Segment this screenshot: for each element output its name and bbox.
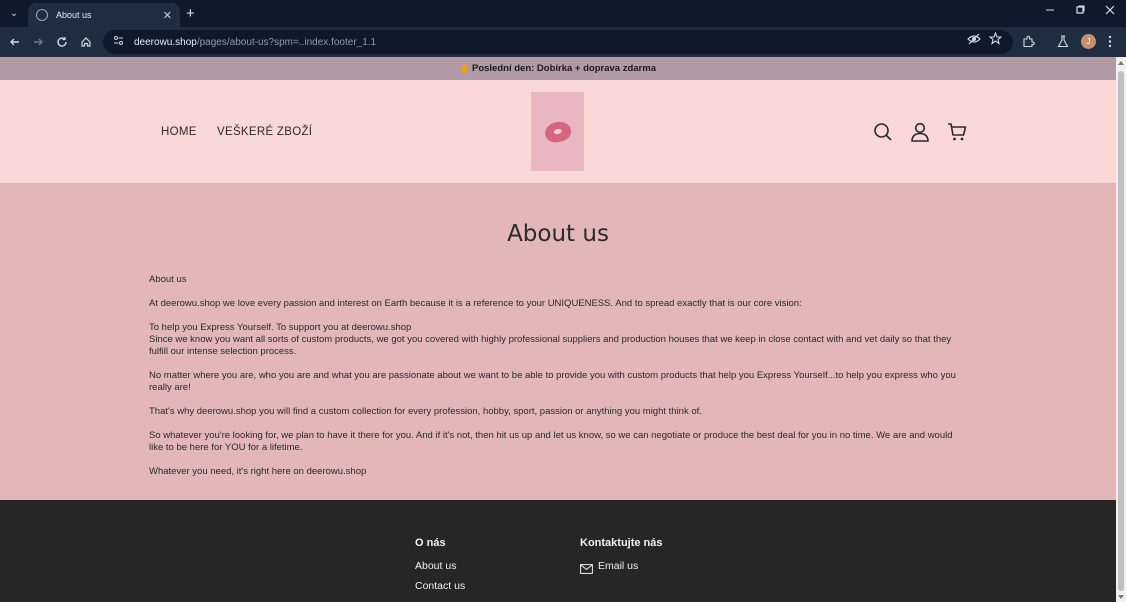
url-path: /pages/about-us?spm=..index.footer_1.1	[196, 36, 377, 48]
footer-heading-about: O nás	[415, 537, 446, 549]
announcement-bar: Poslední den: Dobírka + doprava zdarma	[0, 57, 1116, 80]
paragraph: Since we know you want all sorts of cust…	[149, 334, 952, 357]
fire-icon	[460, 63, 469, 75]
eye-off-icon[interactable]	[967, 32, 981, 49]
scroll-down-icon[interactable]	[1118, 594, 1124, 600]
close-window-icon[interactable]	[1100, 5, 1120, 18]
minimize-icon[interactable]	[1040, 5, 1060, 18]
footer-link-about-us[interactable]: About us	[415, 560, 456, 572]
nav-all-products[interactable]: VEŠKERÉ ZBOŽÍ	[217, 126, 312, 138]
site-info-icon[interactable]	[113, 35, 124, 49]
main-content: About us About us At deerowu.shop we lov…	[0, 183, 1116, 500]
announcement-text: Poslední den: Dobírka + doprava zdarma	[472, 63, 656, 74]
tab-title: About us	[56, 10, 92, 20]
back-arrow-icon[interactable]	[7, 34, 23, 50]
extensions-icon[interactable]	[1022, 35, 1035, 51]
plus-icon[interactable]: +	[186, 5, 195, 22]
cart-icon[interactable]	[947, 122, 967, 142]
home-icon[interactable]	[78, 34, 94, 50]
site-header: HOME VEŠKERÉ ZBOŽÍ	[0, 80, 1116, 183]
globe-icon	[36, 9, 48, 21]
browser-tab[interactable]: About us ✕	[28, 3, 180, 27]
paragraph: That's why deerowu.shop you will find a …	[149, 406, 702, 417]
paragraph: To help you Express Yourself. To support…	[149, 322, 412, 333]
about-text: About us At deerowu.shop we love every p…	[149, 274, 969, 490]
paragraph: About us	[149, 274, 187, 285]
page-title: About us	[507, 221, 609, 247]
account-icon[interactable]	[910, 122, 930, 142]
nav-home[interactable]: HOME	[161, 126, 197, 138]
page-scrollbar[interactable]	[1116, 57, 1126, 602]
star-icon[interactable]	[988, 31, 1003, 48]
footer-link-contact-us[interactable]: Contact us	[415, 580, 465, 592]
paragraph: At deerowu.shop we love every passion an…	[149, 298, 802, 309]
search-icon[interactable]	[873, 122, 893, 142]
reload-icon[interactable]	[54, 34, 70, 50]
address-bar[interactable]: deerowu.shop /pages/about-us?spm=..index…	[103, 30, 1013, 54]
labs-icon[interactable]	[1057, 35, 1069, 51]
restore-icon[interactable]	[1070, 5, 1090, 18]
avatar[interactable]: J	[1081, 34, 1096, 49]
footer-heading-contact: Kontaktujte nás	[580, 537, 663, 549]
forward-arrow-icon[interactable]	[30, 34, 46, 50]
kebab-menu-icon[interactable]	[1108, 35, 1112, 51]
site-logo[interactable]	[531, 92, 584, 171]
paragraph: No matter where you are, who you are and…	[149, 370, 956, 393]
footer-link-email-us[interactable]: Email us	[598, 560, 638, 572]
lips-logo-icon	[542, 119, 573, 144]
chevron-down-icon[interactable]: ⌄	[5, 4, 23, 22]
close-icon[interactable]: ✕	[163, 9, 172, 22]
browser-toolbar: deerowu.shop /pages/about-us?spm=..index…	[0, 27, 1126, 57]
scrollbar-thumb[interactable]	[1118, 71, 1124, 591]
mail-icon	[580, 561, 593, 574]
paragraph: So whatever you're looking for, we plan …	[149, 430, 953, 453]
site-footer: O nás About us Contact us Kontaktujte ná…	[0, 500, 1116, 602]
paragraph: Whatever you need, it's right here on de…	[149, 466, 367, 477]
browser-tabbar: ⌄ About us ✕ +	[0, 0, 1126, 27]
url-host: deerowu.shop	[134, 36, 197, 48]
scroll-up-icon[interactable]	[1118, 60, 1124, 66]
